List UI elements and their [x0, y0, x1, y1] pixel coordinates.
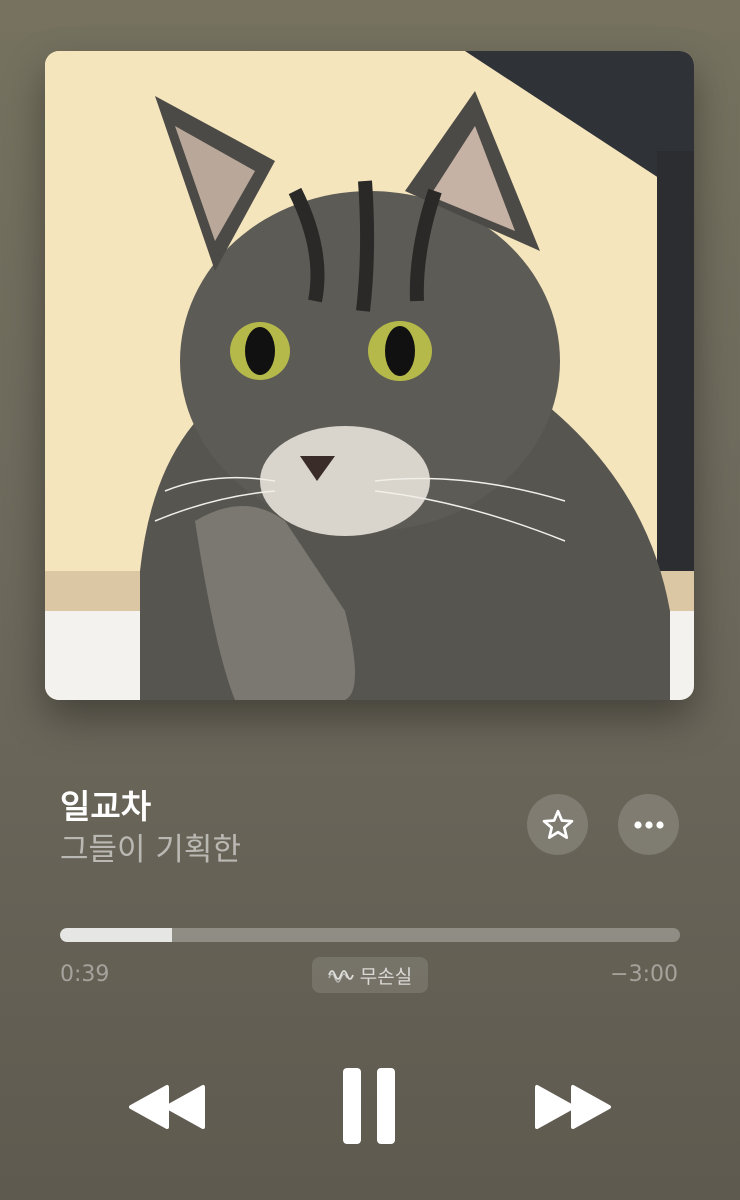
cat-artwork-image [45, 51, 694, 700]
pause-button[interactable] [336, 1064, 402, 1148]
rewind-button[interactable] [126, 1076, 208, 1138]
more-options-button[interactable] [618, 794, 679, 855]
fast-forward-button[interactable] [532, 1076, 614, 1138]
artist-name[interactable]: 그들이 기획한 [60, 824, 241, 869]
track-title: 일교차 [60, 787, 152, 826]
fast-forward-icon [535, 1085, 611, 1129]
lossless-wave-icon [327, 970, 354, 983]
ellipsis-icon [633, 820, 664, 829]
star-icon [542, 809, 573, 839]
remaining-time: −3:00 [610, 962, 678, 987]
rewind-icon [129, 1085, 205, 1129]
lossless-label: 무손실 [359, 965, 413, 988]
pause-icon [343, 1068, 395, 1144]
favorite-button[interactable] [527, 794, 588, 855]
playback-scrubber[interactable] [60, 928, 680, 942]
album-artwork[interactable] [45, 51, 694, 700]
scrubber-progress-fill [60, 928, 172, 942]
lossless-badge[interactable]: 무손실 [312, 957, 428, 993]
elapsed-time: 0:39 [60, 962, 110, 987]
